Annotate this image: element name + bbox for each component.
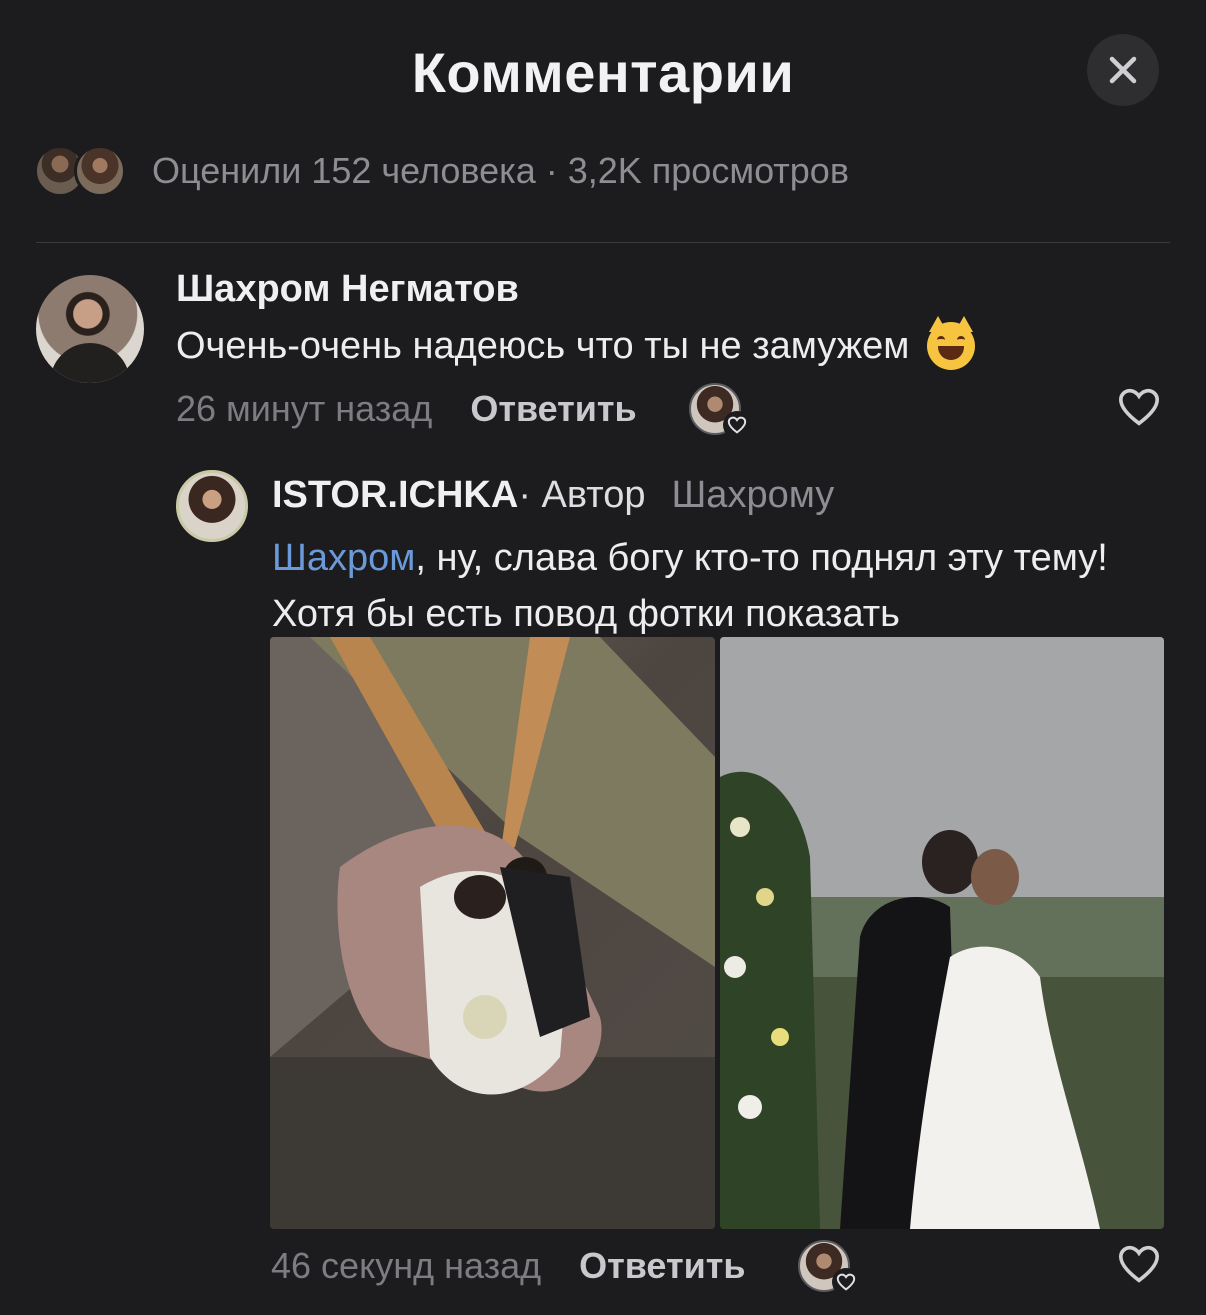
attached-photo[interactable] bbox=[720, 637, 1164, 1229]
page-title: Комментарии bbox=[411, 41, 795, 104]
reply-button[interactable]: Ответить bbox=[579, 1245, 745, 1287]
comment-author[interactable]: Шахром Негматов bbox=[176, 268, 519, 311]
comment-text: Очень-очень надеюсь что ты не замужем bbox=[176, 316, 976, 370]
stats-text: Оценили 152 человека · 3,2K просмотров bbox=[152, 150, 849, 191]
like-button[interactable] bbox=[1115, 383, 1163, 431]
mention-link[interactable]: Шахром bbox=[272, 537, 415, 579]
author-like-avatar bbox=[688, 383, 751, 439]
author-like-avatar bbox=[797, 1240, 860, 1296]
attached-photo[interactable] bbox=[270, 637, 715, 1229]
comment-author[interactable]: ISTOR.ICHKA bbox=[272, 474, 518, 517]
comment-header: ISTOR.ICHKA · Автор Шахрому bbox=[272, 474, 834, 517]
reply-to-label[interactable]: Шахрому bbox=[671, 474, 834, 517]
reactions-summary[interactable]: Оценили 152 человека · 3,2K просмотров bbox=[34, 145, 849, 197]
heart-icon bbox=[722, 411, 751, 439]
smiling-cat-emoji-icon bbox=[927, 316, 976, 370]
comment-text: Шахром, ну, слава богу кто-то поднял эту… bbox=[272, 537, 1108, 635]
heart-icon bbox=[1118, 1245, 1160, 1283]
heart-icon bbox=[1118, 388, 1160, 426]
author-badge: · Автор bbox=[518, 474, 646, 516]
reply-button[interactable]: Ответить bbox=[470, 388, 636, 430]
comment-meta: 26 минут назад Ответить bbox=[176, 383, 751, 439]
close-button[interactable] bbox=[1087, 34, 1159, 106]
close-icon bbox=[1109, 56, 1137, 84]
divider bbox=[36, 242, 1170, 243]
comment-meta: 46 секунд назад Ответить bbox=[271, 1240, 860, 1296]
comment-time: 46 секунд назад bbox=[271, 1245, 542, 1286]
avatar bbox=[74, 145, 126, 197]
avatar[interactable] bbox=[36, 275, 144, 383]
comment-time: 26 минут назад bbox=[176, 388, 433, 429]
heart-icon bbox=[831, 1268, 860, 1296]
like-button[interactable] bbox=[1115, 1240, 1163, 1288]
avatar[interactable] bbox=[176, 470, 248, 542]
